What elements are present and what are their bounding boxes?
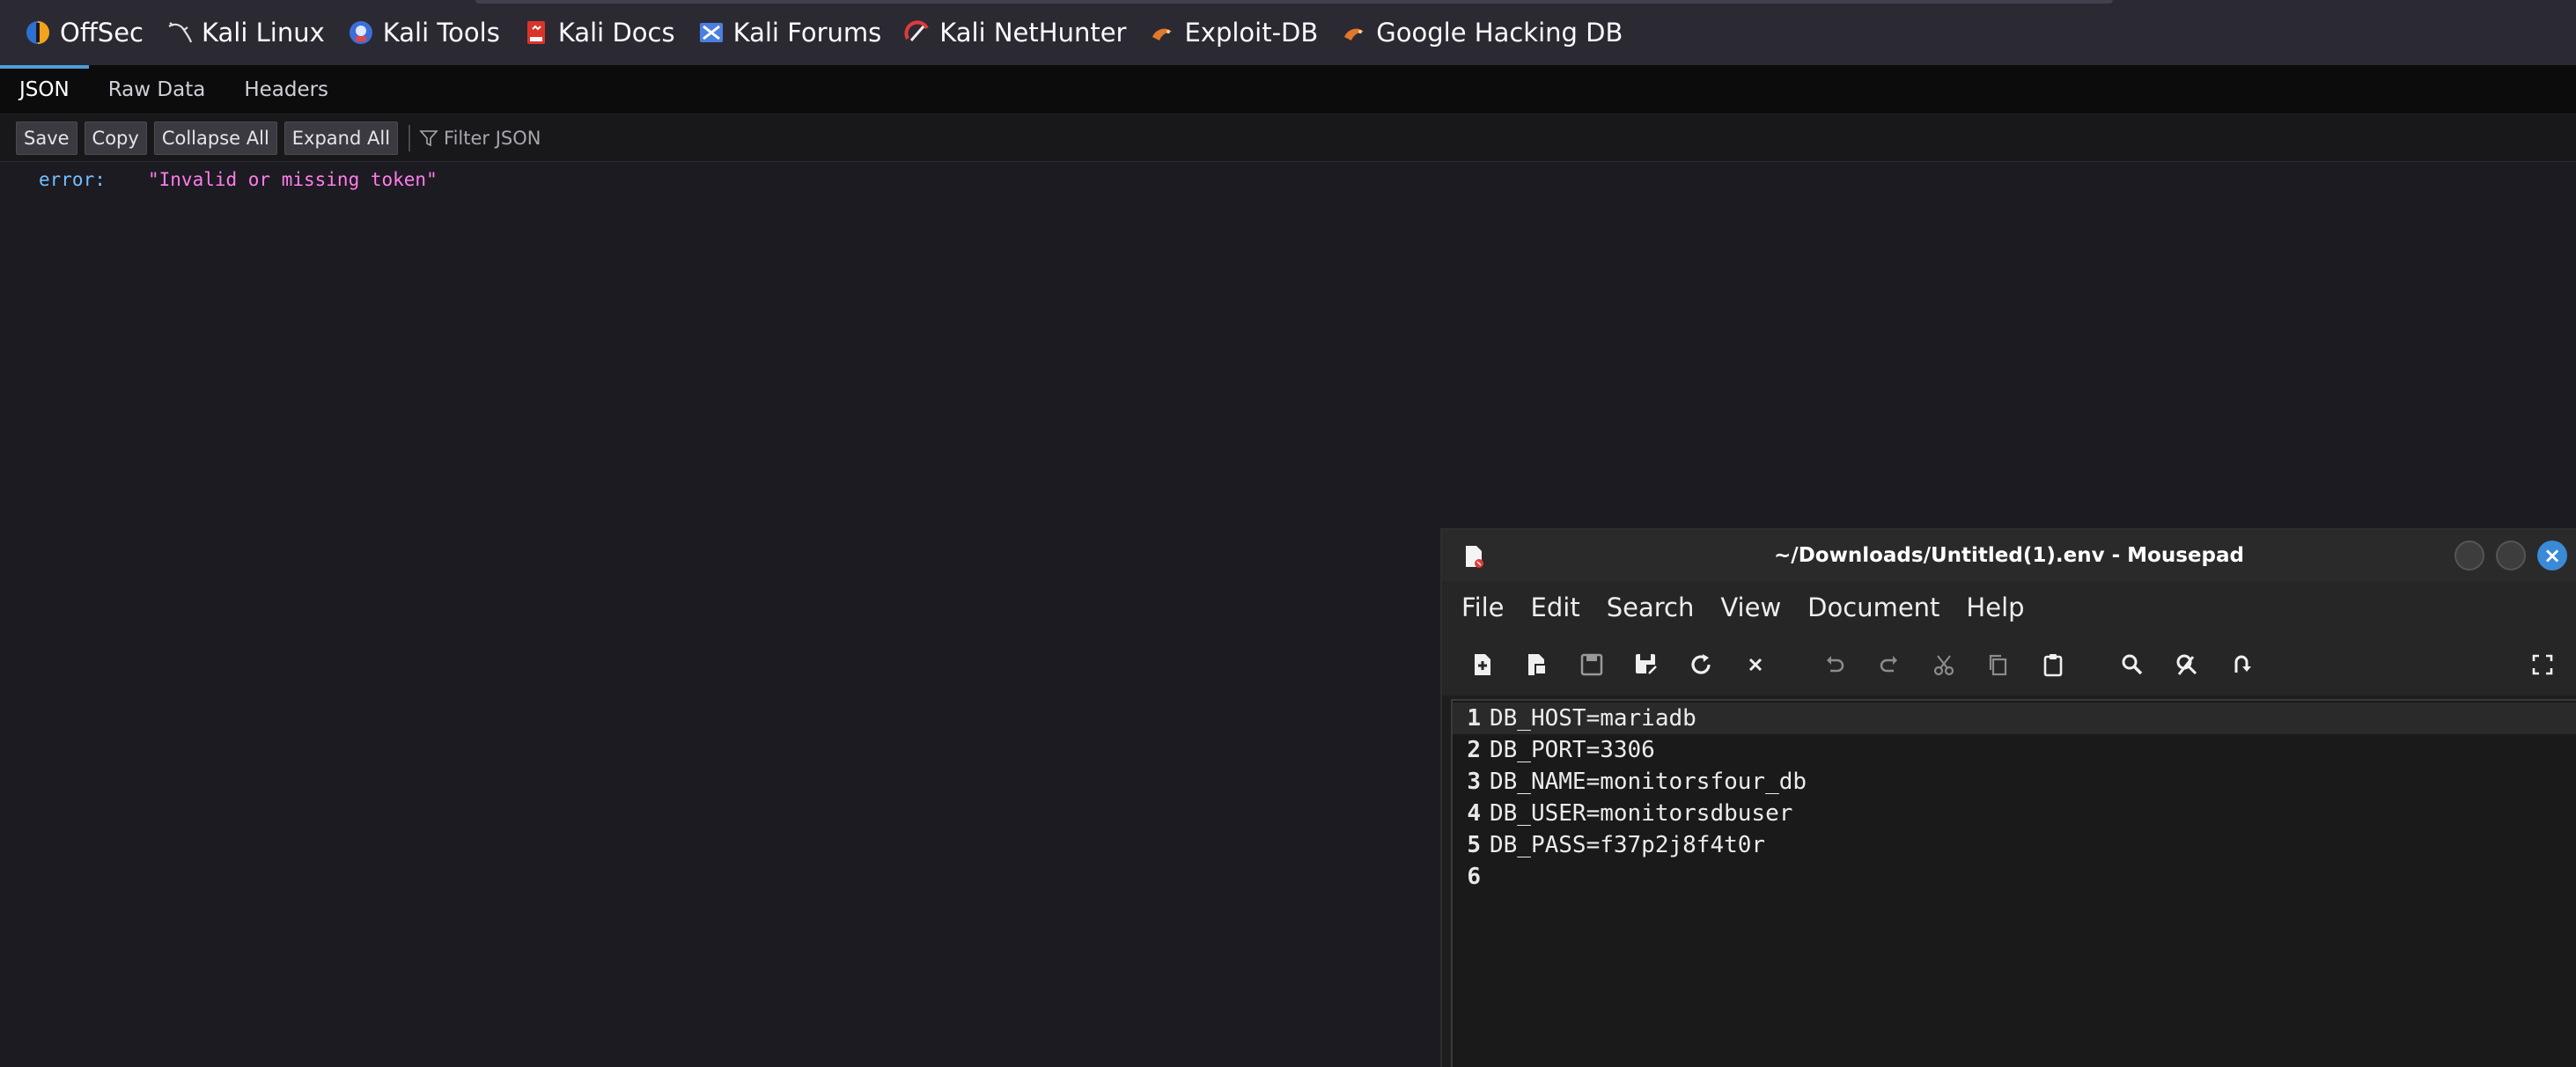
mousepad-menubar: File Edit Search View Document Help <box>1442 581 2576 634</box>
minimize-button[interactable] <box>2455 541 2484 570</box>
close-window-button[interactable]: × <box>2537 541 2567 570</box>
kali-docs-icon <box>523 19 549 46</box>
bookmark-kali-forums[interactable]: Kali Forums <box>698 9 882 56</box>
reload-icon[interactable] <box>1687 651 1715 679</box>
copy-button[interactable]: Copy <box>84 121 147 155</box>
bookmark-label: Google Hacking DB <box>1376 18 1623 48</box>
filter-placeholder: Filter JSON <box>444 127 541 149</box>
bookmark-exploit-db[interactable]: Exploit-DB <box>1149 9 1318 56</box>
menu-edit[interactable]: Edit <box>1531 592 1580 622</box>
bookmark-label: Kali NetHunter <box>939 18 1127 48</box>
find-replace-icon[interactable] <box>2173 651 2201 679</box>
filter-json-input[interactable]: Filter JSON <box>419 128 541 149</box>
mousepad-app-icon <box>1466 546 1483 568</box>
maximize-button[interactable] <box>2496 541 2526 570</box>
filter-icon <box>419 129 438 146</box>
line-text: DB_PORT=3306 <box>1490 737 1655 763</box>
bookmark-label: Kali Docs <box>557 18 675 48</box>
urlbar-bottom-edge <box>475 0 2113 4</box>
bookmark-label: Kali Linux <box>202 18 325 48</box>
menu-view[interactable]: View <box>1720 592 1781 622</box>
go-to-line-icon[interactable] <box>2227 651 2256 679</box>
json-toolbar: Save Copy Collapse All Expand All Filter… <box>0 114 2576 162</box>
save-button[interactable]: Save <box>16 121 77 155</box>
menu-search[interactable]: Search <box>1607 592 1695 622</box>
json-viewer-tabs: JSON Raw Data Headers <box>0 65 2576 114</box>
line-number: 2 <box>1467 737 1481 763</box>
line-number: 3 <box>1467 769 1481 795</box>
json-key: error: <box>39 169 106 190</box>
tab-headers[interactable]: Headers <box>224 65 348 114</box>
cut-icon[interactable] <box>1930 651 1958 679</box>
redo-icon[interactable] <box>1875 651 1903 679</box>
kali-forums-icon <box>698 19 725 46</box>
nethunter-icon <box>904 19 931 46</box>
menu-file[interactable]: File <box>1461 592 1505 622</box>
expand-all-button[interactable]: Expand All <box>283 121 399 155</box>
bookmarks-toolbar: OffSec Kali Linux Kali Tools Kali Docs K… <box>0 0 2576 65</box>
bookmark-label: Exploit-DB <box>1184 18 1319 48</box>
json-value: "Invalid or missing token" <box>148 169 438 190</box>
bookmark-kali-tools[interactable]: Kali Tools <box>348 9 500 56</box>
editor-line: 1 DB_HOST=mariadb <box>1453 703 2576 734</box>
copy-icon[interactable] <box>1984 651 2013 679</box>
mousepad-titlebar[interactable]: ~/Downloads/Untitled(1).env - Mousepad × <box>1442 530 2576 581</box>
exploit-db-icon <box>1149 19 1175 46</box>
new-document-icon[interactable] <box>1468 651 1497 679</box>
bookmark-kali-docs[interactable]: Kali Docs <box>523 9 675 56</box>
undo-icon[interactable] <box>1821 651 1849 679</box>
line-text: DB_USER=monitorsdbuser <box>1490 800 1793 827</box>
editor-text-area[interactable]: 1 DB_HOST=mariadb 2 DB_PORT=3306 3 DB_NA… <box>1451 699 2576 1067</box>
editor-line: 3 DB_NAME=monitorsfour_db <box>1453 766 2576 798</box>
offsec-icon <box>25 19 51 46</box>
find-icon[interactable] <box>2118 651 2146 679</box>
close-tab-icon[interactable] <box>1741 651 1770 679</box>
fullscreen-icon[interactable] <box>2528 651 2557 679</box>
json-row: error: "Invalid or missing token" <box>39 169 438 190</box>
kali-dragon-icon <box>166 19 193 46</box>
bookmark-label: Kali Forums <box>732 18 882 48</box>
kali-tools-icon <box>348 19 374 46</box>
save-icon[interactable] <box>1578 651 1606 679</box>
line-text: DB_PASS=f37p2j8f4t0r <box>1490 832 1766 858</box>
bookmark-kali-linux[interactable]: Kali Linux <box>166 9 325 56</box>
menu-help[interactable]: Help <box>1966 592 2024 622</box>
line-number: 5 <box>1467 832 1481 858</box>
toolbar-separator <box>408 124 411 151</box>
menu-document[interactable]: Document <box>1807 592 1939 622</box>
tab-raw-data[interactable]: Raw Data <box>89 65 225 114</box>
line-number: 1 <box>1467 705 1481 732</box>
editor-line: 4 DB_USER=monitorsdbuser <box>1453 798 2576 829</box>
editor-line: 2 DB_PORT=3306 <box>1453 734 2576 766</box>
editor-line: 5 DB_PASS=f37p2j8f4t0r <box>1453 829 2576 861</box>
bookmark-kali-nethunter[interactable]: Kali NetHunter <box>904 9 1126 56</box>
collapse-all-button[interactable]: Collapse All <box>153 121 277 155</box>
line-text: DB_NAME=monitorsfour_db <box>1490 769 1807 795</box>
ghdb-icon <box>1341 19 1367 46</box>
close-icon: × <box>2543 543 2562 568</box>
paste-icon[interactable] <box>2039 651 2067 679</box>
editor-line: 6 <box>1453 861 2576 893</box>
new-window-icon[interactable] <box>1523 651 1551 679</box>
tab-json[interactable]: JSON <box>0 65 89 114</box>
bookmark-offsec[interactable]: OffSec <box>25 9 144 56</box>
bookmark-label: Kali Tools <box>382 18 500 48</box>
line-number: 4 <box>1467 800 1481 827</box>
window-title: ~/Downloads/Untitled(1).env - Mousepad <box>1774 544 2244 567</box>
bookmark-label: OffSec <box>60 18 144 48</box>
bookmark-google-hacking-db[interactable]: Google Hacking DB <box>1341 9 1623 56</box>
mousepad-toolbar <box>1442 634 2576 695</box>
line-text: DB_HOST=mariadb <box>1490 705 1696 732</box>
mousepad-window: ~/Downloads/Untitled(1).env - Mousepad ×… <box>1440 528 2576 1067</box>
line-number: 6 <box>1467 864 1481 890</box>
save-as-icon[interactable] <box>1632 651 1660 679</box>
